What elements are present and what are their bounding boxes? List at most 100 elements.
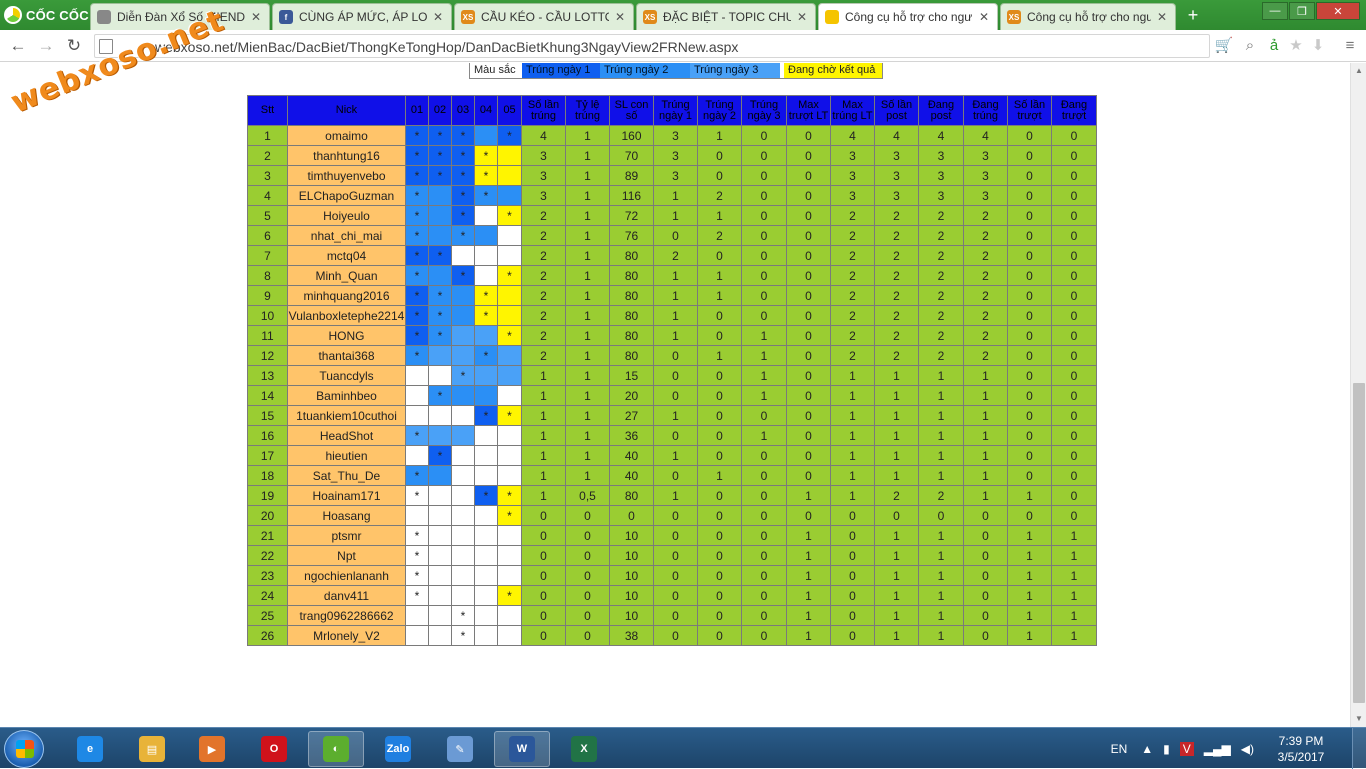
day-cell: * [451,205,475,226]
taskbar-app[interactable]: ◐ [308,731,364,767]
stat-cell: 1 [918,465,964,486]
stat-cell: 1 [741,365,787,386]
start-button[interactable] [4,730,44,768]
browser-tab[interactable]: XS CẦU KÉO - CẦU LOTTO.I ✕ [454,3,634,30]
bookmark-star-icon[interactable]: ★ [1286,36,1306,56]
stat-cell: 0 [697,405,742,426]
stat-cell: 0 [653,425,698,446]
minimize-button[interactable]: — [1262,2,1288,20]
stat-cell: 0 [741,625,787,646]
stat-cell: 1 [653,485,698,506]
menu-icon[interactable]: ≡ [1340,36,1360,56]
table-row: 20 Hoasang * 0 0 0 0 0 0 0 0 0 0 0 0 0 [247,505,1097,526]
stat-cell: 0 [741,445,787,466]
nick-cell: mctq04 [287,245,406,266]
browser-tab[interactable]: Diễn Đàn Xổ Số MIENDA ✕ [90,3,270,30]
day-cell [428,625,452,646]
day-cell [451,525,475,546]
stat-cell: 0 [1051,405,1097,426]
taskbar-app[interactable]: Zalo [370,731,426,767]
day-cell [405,625,429,646]
taskbar-app[interactable]: X [556,731,612,767]
reload-icon[interactable]: ↻ [64,36,84,56]
legend-day1: Trúng ngày 1 [522,63,600,78]
download-icon[interactable]: ⬇ [1308,36,1328,56]
language-indicator[interactable]: EN [1111,742,1128,756]
day-cell [451,325,475,346]
taskbar-app[interactable]: O [246,731,302,767]
stat-cell: 160 [609,125,654,146]
address-bar[interactable]: webxoso.net/MienBac/DacBiet/ThongKeTongH… [94,34,1210,58]
day-cell: * [451,265,475,286]
browser-tab[interactable]: XS Công cụ hỗ trợ cho ngư ✕ [1000,3,1176,30]
day-cell [428,565,452,586]
stat-cell: 116 [609,185,654,206]
browser-tab[interactable]: Công cụ hỗ trợ cho ngư ✕ [818,3,998,30]
stat-cell: 2 [874,485,919,506]
stat-cell: 0 [521,625,566,646]
stat-cell: 1 [1007,625,1052,646]
spellcheck-icon[interactable]: ả [1264,36,1284,56]
forward-arrow-icon[interactable]: → [36,36,56,56]
show-desktop-button[interactable] [1352,728,1366,769]
column-header: Số lần post [874,95,919,126]
day-cell [474,505,498,526]
browser-tab[interactable]: XS ĐẶC BIỆT - TOPIC CHUY ✕ [636,3,816,30]
stat-cell: 1 [653,325,698,346]
stat-cell: 10 [609,545,654,566]
stat-cell: 0 [830,605,875,626]
stat-cell: 0 [741,605,787,626]
stat-cell: 0 [565,605,610,626]
day-cell: * [451,185,475,206]
network-signal-icon[interactable]: ▂▄▆ [1204,742,1231,756]
day-cell: * [474,485,498,506]
browser-tab[interactable]: f CÙNG ÁP MỨC, ÁP LOẠI ✕ [272,3,452,30]
scrollbar-thumb[interactable] [1353,383,1365,703]
stat-cell: 0 [1051,425,1097,446]
stat-cell: 0 [786,445,831,466]
new-tab-button[interactable]: + [1182,6,1204,26]
tab-close-icon[interactable]: ✕ [433,10,445,24]
antivirus-icon[interactable]: V [1179,741,1194,756]
taskbar-app[interactable]: ▶ [184,731,240,767]
tray-expand-icon[interactable]: ▲ [1141,742,1153,756]
taskbar-app[interactable]: e [62,731,118,767]
tab-close-icon[interactable]: ✕ [1157,10,1169,24]
zoom-icon[interactable]: ⌕ [1240,36,1260,56]
tab-close-icon[interactable]: ✕ [615,10,627,24]
stat-cell: 1 [830,445,875,466]
taskbar-app[interactable]: W [494,731,550,767]
tab-close-icon[interactable]: ✕ [979,10,991,24]
taskbar-app[interactable]: ✎ [432,731,488,767]
system-clock[interactable]: 7:39 PM 3/5/2017 [1264,733,1338,765]
stat-cell: 0 [565,545,610,566]
url-text[interactable]: webxoso.net/MienBac/DacBiet/ThongKeTongH… [155,39,738,55]
stat-cell: 0 [963,585,1008,606]
tab-close-icon[interactable]: ✕ [797,10,809,24]
battery-icon[interactable]: ▮ [1163,742,1170,756]
stat-cell: 2 [830,205,875,226]
maximize-button[interactable]: ❐ [1289,2,1315,20]
vertical-scrollbar[interactable]: ▲ ▼ [1350,63,1366,727]
row-number: 9 [247,285,288,306]
table-row: 23 ngochienlananh * 0 0 10 0 0 0 1 0 1 1 0 1 1 [247,565,1097,586]
scroll-down-arrow-icon[interactable]: ▼ [1351,711,1366,727]
day-cell [451,385,475,406]
stat-cell: 0 [565,625,610,646]
taskbar-app[interactable]: ▤ [124,731,180,767]
volume-icon[interactable]: ◀) [1241,742,1254,756]
stat-cell: 1 [918,405,964,426]
close-window-button[interactable]: ✕ [1316,2,1360,20]
table-row: 8 Minh_Quan * * * 2 1 80 1 1 0 0 2 2 2 2 0 0 [247,265,1097,286]
stat-cell: 80 [609,485,654,506]
back-arrow-icon[interactable]: ← [8,36,28,56]
stat-cell: 89 [609,165,654,186]
coccoc-logo[interactable]: CỐC CỐC [0,0,92,30]
scroll-up-arrow-icon[interactable]: ▲ [1351,63,1366,79]
day-cell [474,125,498,146]
day-cell [497,365,522,386]
stat-cell: 2 [963,245,1008,266]
tab-close-icon[interactable]: ✕ [251,10,263,24]
column-header: 03 [451,95,475,126]
shopping-cart-icon[interactable]: 🛒 [1214,36,1234,56]
